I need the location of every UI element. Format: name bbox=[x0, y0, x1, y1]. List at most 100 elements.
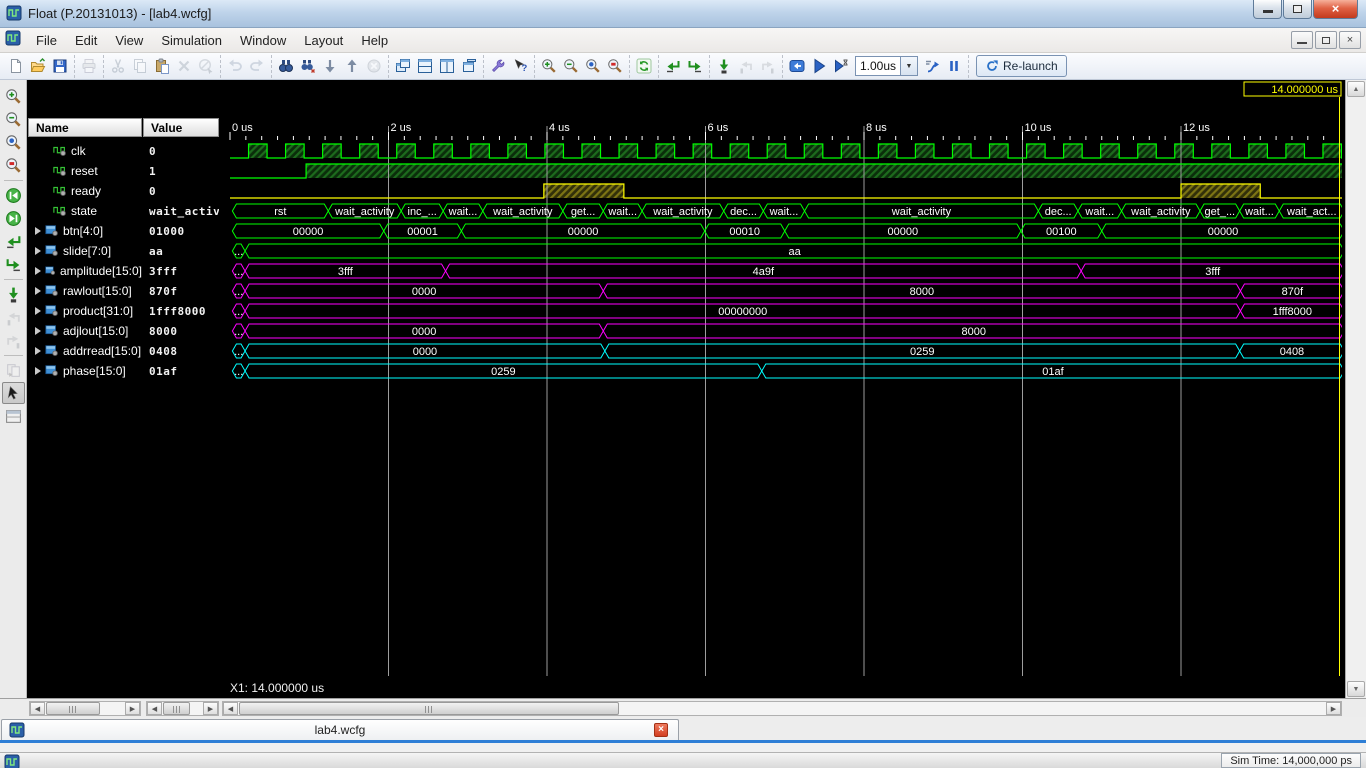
name-column-header[interactable]: Name bbox=[28, 118, 142, 137]
cut-button[interactable] bbox=[107, 55, 129, 77]
restart-button[interactable] bbox=[786, 55, 808, 77]
signal-row-rawlout-15-0-[interactable]: rawlout[15:0] bbox=[28, 281, 142, 301]
swap-file-button[interactable] bbox=[2, 359, 25, 381]
expand-arrow-icon[interactable] bbox=[35, 287, 41, 295]
run-for-button[interactable] bbox=[830, 55, 852, 77]
goto-prev-button[interactable] bbox=[662, 55, 684, 77]
menu-view[interactable]: View bbox=[106, 30, 152, 51]
expand-arrow-icon[interactable] bbox=[35, 307, 41, 315]
prev-edge-button[interactable] bbox=[735, 55, 757, 77]
waveform-canvas[interactable]: 0 us2 us4 us6 us8 us10 us12 usrstwait_ac… bbox=[222, 80, 1342, 698]
menu-window[interactable]: Window bbox=[231, 30, 295, 51]
zoom-out-button[interactable] bbox=[560, 55, 582, 77]
zoom-full-button[interactable] bbox=[582, 55, 604, 77]
zoom-full-button[interactable] bbox=[2, 131, 25, 153]
mdi-close-button[interactable]: × bbox=[1339, 31, 1361, 49]
signal-row-reset[interactable]: reset bbox=[28, 161, 142, 181]
run-duration-value[interactable]: 1.00us bbox=[855, 56, 901, 76]
expand-arrow-icon[interactable] bbox=[35, 267, 41, 275]
tab-lab4-wcfg[interactable]: lab4.wcfg × bbox=[1, 719, 679, 740]
expand-arrow-icon[interactable] bbox=[35, 347, 41, 355]
zoom-cursor-button[interactable] bbox=[604, 55, 626, 77]
expand-arrow-icon[interactable] bbox=[35, 227, 41, 235]
scroll-track[interactable] bbox=[45, 702, 125, 715]
zoom-cursor-button[interactable] bbox=[2, 154, 25, 176]
menu-help[interactable]: Help bbox=[352, 30, 397, 51]
redo-button[interactable] bbox=[246, 55, 268, 77]
value-panel-scrollbar[interactable]: ◀ ▶ bbox=[146, 701, 219, 716]
go-start-button[interactable] bbox=[2, 184, 25, 206]
run-duration-combobox[interactable]: 1.00us▼ bbox=[855, 56, 918, 76]
break-button[interactable] bbox=[943, 55, 965, 77]
new-file-button[interactable] bbox=[5, 55, 27, 77]
go-end-button[interactable] bbox=[2, 207, 25, 229]
expand-arrow-icon[interactable] bbox=[35, 367, 41, 375]
zoom-out-button[interactable] bbox=[2, 108, 25, 130]
run-step-button[interactable] bbox=[2, 283, 25, 305]
stop-button[interactable] bbox=[363, 55, 385, 77]
find-next-button[interactable] bbox=[297, 55, 319, 77]
combo-dropdown-icon[interactable]: ▼ bbox=[901, 56, 918, 76]
tile-horizontal-button[interactable] bbox=[414, 55, 436, 77]
menu-file[interactable]: File bbox=[27, 30, 66, 51]
prev-edge-button[interactable] bbox=[2, 306, 25, 328]
scroll-thumb[interactable] bbox=[239, 702, 619, 715]
minimize-button[interactable] bbox=[1253, 0, 1282, 19]
arrow-up-button[interactable] bbox=[341, 55, 363, 77]
scroll-right-button[interactable]: ▶ bbox=[203, 702, 218, 715]
run-all-button[interactable] bbox=[808, 55, 830, 77]
run-step-button[interactable] bbox=[713, 55, 735, 77]
signal-row-product-31-0-[interactable]: product[31:0] bbox=[28, 301, 142, 321]
arrow-down-button[interactable] bbox=[319, 55, 341, 77]
open-file-button[interactable] bbox=[27, 55, 49, 77]
scroll-left-button[interactable]: ◀ bbox=[147, 702, 162, 715]
scroll-track[interactable] bbox=[238, 702, 1326, 715]
scroll-up-button[interactable]: ▲ bbox=[1347, 81, 1365, 97]
signal-row-slide-7-0-[interactable]: slide[7:0] bbox=[28, 241, 142, 261]
expand-arrow-icon[interactable] bbox=[35, 247, 41, 255]
scroll-down-button[interactable]: ▼ bbox=[1347, 681, 1365, 697]
next-transition-button[interactable] bbox=[2, 253, 25, 275]
refresh-button[interactable] bbox=[633, 55, 655, 77]
scroll-thumb[interactable] bbox=[46, 702, 100, 715]
signal-row-phase-15-0-[interactable]: phase[15:0] bbox=[28, 361, 142, 381]
paste-button[interactable] bbox=[151, 55, 173, 77]
next-edge-button[interactable] bbox=[757, 55, 779, 77]
signal-row-clk[interactable]: clk bbox=[28, 141, 142, 161]
prev-transition-button[interactable] bbox=[2, 230, 25, 252]
print-button[interactable] bbox=[78, 55, 100, 77]
value-column-header[interactable]: Value bbox=[143, 118, 219, 137]
mdi-restore-button[interactable] bbox=[1315, 31, 1337, 49]
wrench-button[interactable] bbox=[487, 55, 509, 77]
signal-row-addrread-15-0-[interactable]: addrread[15:0] bbox=[28, 341, 142, 361]
relaunch-button[interactable]: Re-launch bbox=[976, 55, 1067, 77]
menu-simulation[interactable]: Simulation bbox=[152, 30, 231, 51]
scroll-track[interactable] bbox=[162, 702, 203, 715]
vertical-scrollbar[interactable]: ▲ ▼ bbox=[1345, 80, 1366, 698]
float-window-button[interactable] bbox=[458, 55, 480, 77]
undo-button[interactable] bbox=[224, 55, 246, 77]
expand-arrow-icon[interactable] bbox=[35, 327, 41, 335]
step-button[interactable] bbox=[921, 55, 943, 77]
panel-window-button[interactable] bbox=[2, 405, 25, 427]
save-button[interactable] bbox=[49, 55, 71, 77]
signal-row-btn-4-0-[interactable]: btn[4:0] bbox=[28, 221, 142, 241]
tab-close-icon[interactable]: × bbox=[654, 723, 668, 737]
signal-row-amplitude-15-0-[interactable]: amplitude[15:0] bbox=[28, 261, 142, 281]
zoom-in-button[interactable] bbox=[538, 55, 560, 77]
block-cursor-button[interactable] bbox=[195, 55, 217, 77]
mdi-minimize-button[interactable] bbox=[1291, 31, 1313, 49]
zoom-in-button[interactable] bbox=[2, 85, 25, 107]
find-button[interactable] bbox=[275, 55, 297, 77]
restore-button[interactable] bbox=[1283, 0, 1312, 19]
scroll-left-button[interactable]: ◀ bbox=[30, 702, 45, 715]
context-help-button[interactable]: ? bbox=[509, 55, 531, 77]
delete-button[interactable] bbox=[173, 55, 195, 77]
tile-vertical-button[interactable] bbox=[436, 55, 458, 77]
scroll-right-button[interactable]: ▶ bbox=[125, 702, 140, 715]
pointer-tool-button[interactable] bbox=[2, 382, 25, 404]
scroll-thumb[interactable] bbox=[163, 702, 190, 715]
cascade-windows-button[interactable] bbox=[392, 55, 414, 77]
goto-next-button[interactable] bbox=[684, 55, 706, 77]
wave-row-clk[interactable] bbox=[230, 144, 1342, 158]
